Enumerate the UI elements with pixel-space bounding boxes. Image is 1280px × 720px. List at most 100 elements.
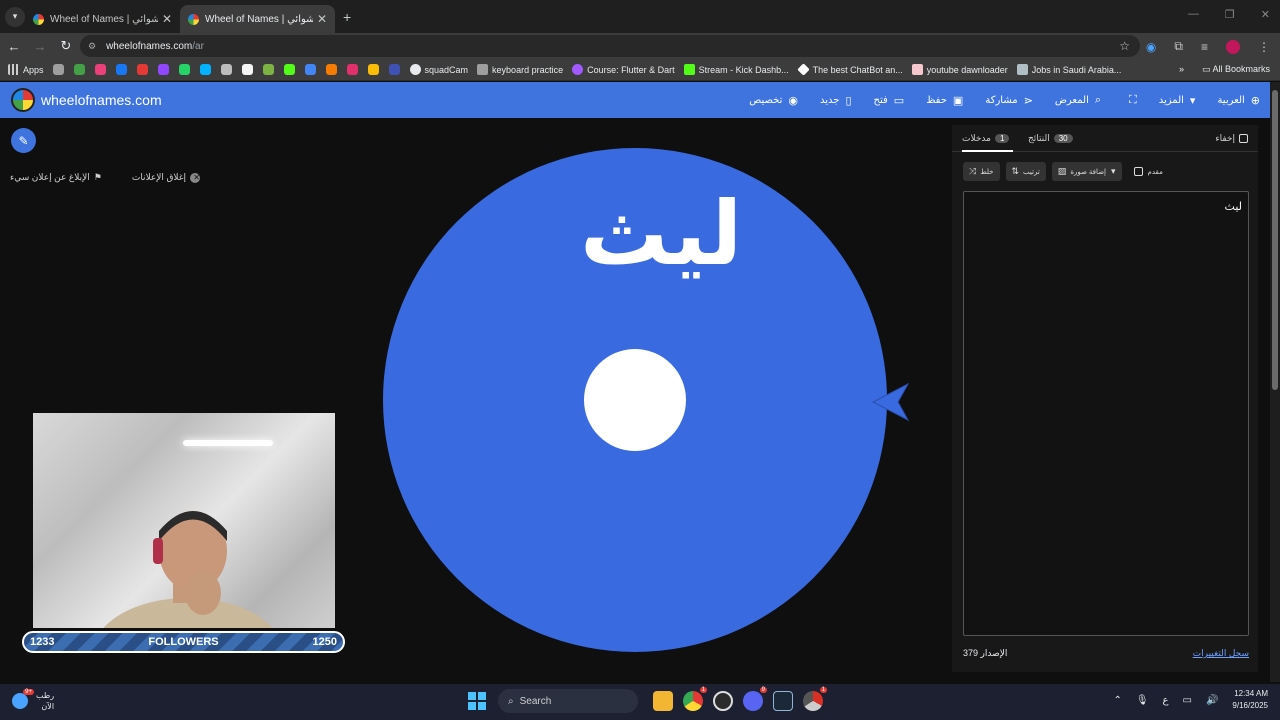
- chatgpt-bookmark-icon[interactable]: [220, 64, 232, 75]
- nav-open[interactable]: ▭ فتح: [874, 94, 905, 107]
- media-controls-icon[interactable]: ≡: [1201, 40, 1208, 54]
- nav-more[interactable]: ▾ المزيد: [1159, 94, 1196, 107]
- tab-close-icon[interactable]: ✕: [317, 12, 327, 26]
- analytics-bookmark-icon[interactable]: [325, 64, 337, 75]
- instagram-bookmark-icon[interactable]: [346, 64, 358, 75]
- all-bookmarks-button[interactable]: ▭ All Bookmarks: [1202, 64, 1270, 75]
- wheel-favicon-icon: [33, 13, 44, 25]
- hide-toggle[interactable]: إخفاء: [1215, 133, 1248, 144]
- weather-widget[interactable]: 9+ رطب الآن: [12, 689, 54, 712]
- drive-bookmark-icon[interactable]: [367, 64, 379, 75]
- tab-search-icon[interactable]: ▾: [5, 6, 25, 27]
- bookmarks-overflow-icon[interactable]: »: [1179, 64, 1184, 75]
- site-info-icon[interactable]: ⚙: [88, 41, 96, 52]
- wheel-area[interactable]: ليث: [370, 140, 910, 660]
- twitch-bookmark-icon[interactable]: [157, 64, 169, 75]
- facebook-bookmark-icon[interactable]: [115, 64, 127, 75]
- whatsapp-bookmark-icon[interactable]: [178, 64, 190, 75]
- site-logo-icon[interactable]: [11, 88, 35, 112]
- scrollbar-thumb[interactable]: [1272, 90, 1278, 390]
- entries-textarea[interactable]: ليث: [963, 191, 1249, 636]
- wheel-center-spin-button[interactable]: [584, 349, 686, 451]
- site-title[interactable]: wheelofnames.com: [41, 92, 162, 108]
- apps-bookmark[interactable]: Apps: [8, 64, 44, 75]
- github-bookmark-icon[interactable]: [241, 64, 253, 75]
- edit-pencil-button[interactable]: ✎: [11, 128, 36, 153]
- bookmark-chatbot[interactable]: The best ChatBot an...: [796, 63, 903, 76]
- changelog-link[interactable]: سجل التغييرات: [1193, 648, 1249, 659]
- bookmark-keyboard-practice[interactable]: keyboard practice: [477, 64, 563, 75]
- close-window-button[interactable]: ✕: [1261, 8, 1270, 21]
- obs-icon[interactable]: [713, 691, 733, 711]
- shuffle-button[interactable]: ⤨ خلط: [963, 162, 1000, 181]
- followers-label: FOLLOWERS: [148, 636, 219, 648]
- bookmark-squadcam[interactable]: squadCam: [409, 64, 468, 75]
- browser-tab-2[interactable]: Wheel of Names | اسم العشوائي ✕: [180, 5, 335, 33]
- network-icon[interactable]: ▭: [1183, 695, 1192, 706]
- entries-panel: مدخلات 1 النتائج 30 إخفاء ⤨ خلط ⇅ ترتيب ▨ إضا…: [952, 125, 1258, 672]
- nav-customize[interactable]: ◉ تخصيص: [749, 94, 798, 107]
- steam-icon[interactable]: [773, 691, 793, 711]
- tray-overflow-icon[interactable]: ⌃: [1113, 695, 1121, 706]
- bookmark-star-icon[interactable]: ☆: [1119, 39, 1130, 53]
- taskbar-clock[interactable]: 12:34 AM 9/16/2025: [1232, 688, 1268, 712]
- forward-button[interactable]: →: [28, 39, 52, 54]
- android-bookmark-icon[interactable]: [262, 64, 274, 75]
- squadcam-icon: [409, 64, 421, 75]
- page-scrollbar[interactable]: [1270, 82, 1280, 682]
- messenger-bookmark-icon[interactable]: [199, 64, 211, 75]
- advanced-toggle[interactable]: مقدم: [1133, 167, 1163, 176]
- add-image-button[interactable]: ▨ إضافة صورة ▾: [1051, 162, 1122, 181]
- back-button[interactable]: ←: [2, 39, 26, 54]
- search-icon: ⌕: [1094, 93, 1102, 106]
- toolbar-right: ◉ ⧉ ≡ ⋮: [1146, 39, 1270, 54]
- address-bar[interactable]: ⚙ wheelofnames.com/ar ☆: [80, 35, 1140, 57]
- tab-close-icon[interactable]: ✕: [162, 12, 172, 26]
- bookmark-youtube-downloader[interactable]: youtube dawnloader: [911, 64, 1008, 75]
- bookmark-flutter-course[interactable]: Course: Flutter & Dart: [572, 64, 675, 75]
- nav-gallery[interactable]: ⌕ المعرض: [1055, 94, 1101, 107]
- blue-doc-bookmark-icon[interactable]: [388, 64, 400, 75]
- nav-language[interactable]: ⊕ العربية: [1217, 94, 1260, 107]
- input-language[interactable]: ع: [1163, 695, 1169, 706]
- bookmark-kick-dashboard[interactable]: Stream - Kick Dashb...: [683, 64, 789, 75]
- new-tab-button[interactable]: +: [343, 9, 351, 25]
- browser-toolbar: ← → ↻ ⚙ wheelofnames.com/ar ☆ ◉ ⧉ ≡ ⋮: [0, 33, 1280, 59]
- youtube-bookmark-icon[interactable]: [136, 64, 148, 75]
- restore-button[interactable]: ❐: [1225, 8, 1235, 21]
- microphone-icon[interactable]: 🎙: [1136, 695, 1149, 706]
- grid-bookmark-icon[interactable]: [52, 64, 64, 75]
- browser-tab-1[interactable]: Wheel of Names | اسم العشوائي ✕: [25, 5, 180, 33]
- nav-new[interactable]: ▯ جديد: [820, 94, 852, 107]
- file-explorer-icon[interactable]: [653, 691, 673, 711]
- nav-share[interactable]: ⋖ مشاركة: [985, 94, 1033, 107]
- extension-wave-icon[interactable]: ◉: [1146, 40, 1156, 54]
- pencil-icon: ✎: [18, 133, 29, 148]
- minimize-button[interactable]: —: [1188, 8, 1199, 21]
- volume-icon[interactable]: 🔊: [1206, 695, 1218, 706]
- hide-checkbox[interactable]: [1239, 134, 1248, 143]
- colorful-bookmark-icon[interactable]: [73, 64, 85, 75]
- nav-fullscreen[interactable]: ⛶: [1123, 94, 1137, 107]
- sort-button[interactable]: ⇅ ترتيب: [1005, 162, 1046, 181]
- discord-icon[interactable]: 9: [743, 687, 767, 711]
- windows-start-icon[interactable]: [468, 692, 486, 710]
- advanced-checkbox[interactable]: [1133, 167, 1143, 176]
- tab-entries[interactable]: مدخلات 1: [962, 133, 1014, 152]
- taskbar-search[interactable]: ⌕ Search: [498, 689, 638, 713]
- close-ads-button[interactable]: ✕ إغلاق الإعلانات: [132, 172, 200, 183]
- extensions-icon[interactable]: ⧉: [1174, 39, 1183, 54]
- kick-bookmark-icon[interactable]: [283, 64, 295, 75]
- tab-results[interactable]: النتائج 30: [1028, 133, 1077, 144]
- bookmark-jobs-saudi[interactable]: Jobs in Saudi Arabia...: [1016, 64, 1121, 75]
- reload-button[interactable]: ↻: [54, 38, 78, 54]
- chrome-alt-icon[interactable]: 1: [803, 687, 827, 711]
- streamer-silhouette: [103, 511, 273, 628]
- pink-bookmark-icon[interactable]: [94, 64, 106, 75]
- browser-menu-icon[interactable]: ⋮: [1258, 40, 1270, 54]
- nav-save[interactable]: ▣ حفظ: [926, 94, 963, 107]
- chrome-icon[interactable]: 1: [683, 687, 707, 711]
- translate-bookmark-icon[interactable]: [304, 64, 316, 75]
- profile-avatar[interactable]: [1226, 39, 1240, 54]
- report-ad-button[interactable]: ⚑ الإبلاغ عن إعلان سيء: [10, 172, 102, 183]
